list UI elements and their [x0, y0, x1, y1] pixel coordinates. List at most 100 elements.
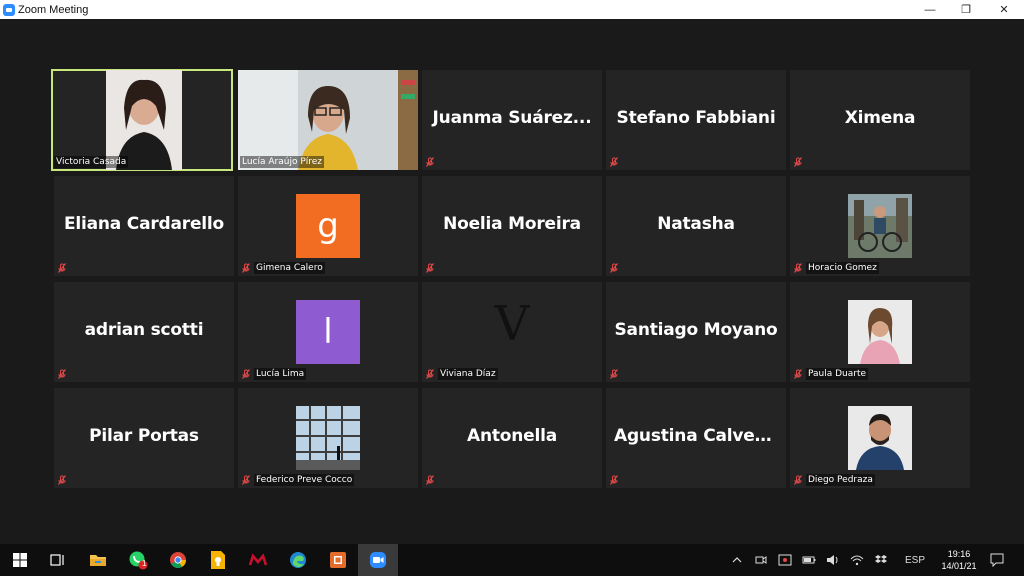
edge-icon[interactable] — [278, 544, 318, 576]
muted-mic-icon — [794, 475, 802, 485]
participant-tile[interactable]: Juanma Suárez... — [422, 70, 602, 170]
google-keep-icon[interactable] — [198, 544, 238, 576]
clock-date: 14/01/21 — [941, 561, 977, 571]
muted-mic-icon — [426, 369, 434, 379]
participant-display-name: Pilar Portas — [89, 426, 199, 446]
participant-tile[interactable]: Ximena — [790, 70, 970, 170]
participant-tile[interactable]: Victoria Casada — [51, 69, 233, 171]
participant-label — [424, 155, 438, 169]
participant-label — [424, 261, 438, 275]
avatar: V — [494, 296, 530, 352]
language-indicator[interactable]: ESP — [900, 544, 930, 576]
chrome-icon[interactable] — [158, 544, 198, 576]
participant-display-name: Agustina Calvette — [614, 426, 782, 446]
participant-tile[interactable]: Eliana Cardarello — [54, 176, 234, 276]
muted-mic-icon — [794, 157, 802, 167]
profile-photo — [848, 406, 912, 470]
muted-mic-icon — [426, 263, 434, 273]
windows-taskbar: 1 ESP 19:16 14/01/21 — [0, 544, 1024, 576]
participant-label — [56, 261, 70, 275]
task-view-icon[interactable] — [38, 544, 78, 576]
zoom-icon[interactable] — [358, 544, 398, 576]
participant-tile[interactable]: Paula Duarte — [790, 282, 970, 382]
muted-mic-icon — [242, 475, 250, 485]
file-explorer-icon[interactable] — [78, 544, 118, 576]
participant-label: Federico Preve Cocco — [240, 473, 355, 487]
mendeley-icon[interactable] — [238, 544, 278, 576]
minimize-button[interactable]: — — [911, 0, 949, 19]
participant-tile[interactable]: Santiago Moyano — [606, 282, 786, 382]
participant-label: Diego Pedraza — [792, 473, 875, 487]
participant-name: Paula Duarte — [806, 368, 869, 380]
participant-tile[interactable]: Federico Preve Cocco — [238, 388, 418, 488]
participant-label — [56, 473, 70, 487]
muted-mic-icon — [610, 157, 618, 167]
participant-tile[interactable]: Horacio Gomez — [790, 176, 970, 276]
participant-tile[interactable]: Stefano Fabbiani — [606, 70, 786, 170]
screenshot-tool-icon[interactable] — [776, 544, 794, 576]
participant-label: Viviana Díaz — [424, 367, 498, 381]
participant-label — [608, 261, 622, 275]
muted-mic-icon — [58, 475, 66, 485]
meet-now-icon[interactable] — [752, 544, 770, 576]
participant-tile[interactable]: Natasha — [606, 176, 786, 276]
powerpoint-icon[interactable] — [318, 544, 358, 576]
muted-mic-icon — [610, 263, 618, 273]
participant-tile[interactable]: Antonella — [422, 388, 602, 488]
participant-name: Horacio Gomez — [806, 262, 879, 274]
windows-start-icon[interactable] — [0, 544, 40, 576]
clock[interactable]: 19:16 14/01/21 — [934, 548, 984, 572]
chevron-up-icon[interactable] — [728, 544, 746, 576]
participant-tile[interactable]: Agustina Calvette — [606, 388, 786, 488]
muted-mic-icon — [58, 263, 66, 273]
muted-mic-icon — [58, 369, 66, 379]
participant-display-name: Ximena — [844, 108, 916, 128]
participant-label: Lucía Araújo Pírez — [240, 155, 325, 169]
participant-label: Gimena Calero — [240, 261, 325, 275]
participant-tile[interactable]: Noelia Moreira — [422, 176, 602, 276]
participant-label — [608, 367, 622, 381]
participant-tile[interactable]: Lucía Araújo Pírez — [238, 70, 418, 170]
dropbox-icon[interactable] — [872, 544, 890, 576]
participant-label — [608, 473, 622, 487]
participant-name: Federico Preve Cocco — [254, 474, 355, 486]
participant-tile[interactable]: g Gimena Calero — [238, 176, 418, 276]
wifi-icon[interactable] — [848, 544, 866, 576]
muted-mic-icon — [426, 157, 434, 167]
zoom-app-icon — [3, 3, 15, 16]
muted-mic-icon — [794, 369, 802, 379]
participant-label — [608, 155, 622, 169]
whatsapp-badge: 1 — [142, 559, 147, 568]
participant-label — [424, 473, 438, 487]
profile-photo — [848, 300, 912, 364]
participant-tile[interactable]: V Viviana Díaz — [422, 282, 602, 382]
restore-button[interactable]: ❐ — [947, 0, 985, 19]
participant-name: Lucía Araújo Pírez — [240, 156, 325, 168]
profile-photo — [296, 406, 360, 470]
battery-icon[interactable] — [800, 544, 818, 576]
participant-display-name: Eliana Cardarello — [63, 214, 225, 234]
participant-display-name: Natasha — [657, 214, 735, 234]
participant-label: Horacio Gomez — [792, 261, 879, 275]
avatar: l — [296, 300, 360, 364]
participant-display-name: Santiago Moyano — [614, 320, 778, 340]
muted-mic-icon — [610, 475, 618, 485]
notifications-icon[interactable] — [986, 544, 1008, 576]
participant-display-name: Noelia Moreira — [443, 214, 581, 234]
participant-label: Lucía Lima — [240, 367, 307, 381]
participant-tile[interactable]: Diego Pedraza — [790, 388, 970, 488]
participant-tile[interactable]: Pilar Portas — [54, 388, 234, 488]
participant-name: Victoria Casada — [54, 156, 129, 168]
participant-label — [56, 367, 70, 381]
close-button[interactable]: ✕ — [985, 0, 1023, 19]
participant-tile[interactable]: l Lucía Lima — [238, 282, 418, 382]
participant-tile[interactable]: adrian scotti — [54, 282, 234, 382]
participant-name: Diego Pedraza — [806, 474, 875, 486]
speaker-icon[interactable] — [824, 544, 842, 576]
participant-display-name: Juanma Suárez... — [432, 108, 592, 128]
whatsapp-icon[interactable]: 1 — [118, 544, 158, 576]
clock-time: 19:16 — [947, 549, 971, 559]
participant-name: Gimena Calero — [254, 262, 325, 274]
participant-display-name: Antonella — [466, 426, 558, 446]
participant-label: Victoria Casada — [54, 155, 129, 169]
